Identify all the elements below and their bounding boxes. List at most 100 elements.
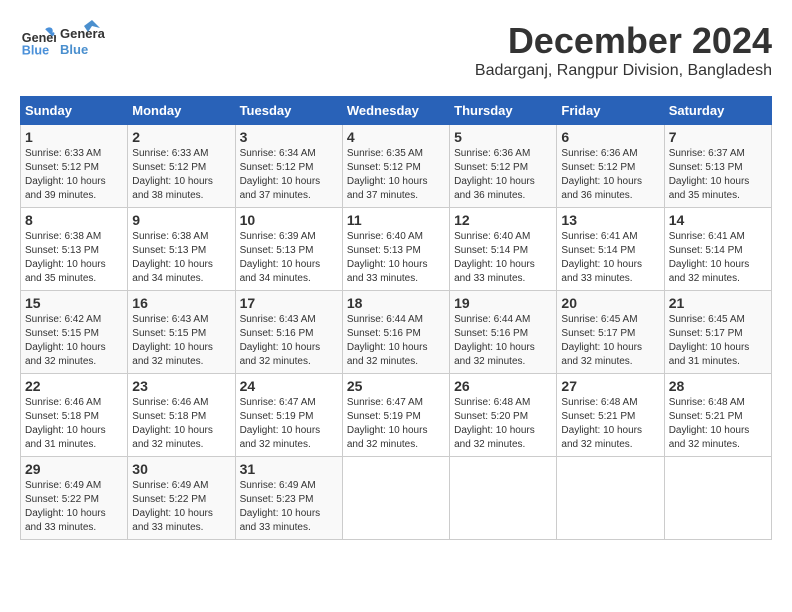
day-info: Sunrise: 6:35 AMSunset: 5:12 PMDaylight:…	[347, 148, 428, 201]
header-thursday: Thursday	[450, 97, 557, 125]
calendar-cell-18: 18Sunrise: 6:44 AMSunset: 5:16 PMDayligh…	[342, 291, 449, 374]
calendar-cell-30: 30Sunrise: 6:49 AMSunset: 5:22 PMDayligh…	[128, 457, 235, 540]
day-info: Sunrise: 6:42 AMSunset: 5:15 PMDaylight:…	[25, 314, 106, 367]
calendar-cell-26: 26Sunrise: 6:48 AMSunset: 5:20 PMDayligh…	[450, 374, 557, 457]
calendar-cell-8: 8 Sunrise: 6:38 AMSunset: 5:13 PMDaylight…	[21, 208, 128, 291]
svg-text:General: General	[60, 26, 105, 41]
calendar-cell-17: 17 Sunrise: 6:43 AMSunset: 5:16 PMDayligh…	[235, 291, 342, 374]
day-number: 24	[240, 378, 338, 394]
calendar-cell-19: 19 Sunrise: 6:44 AMSunset: 5:16 PMDayligh…	[450, 291, 557, 374]
calendar-cell-13: 13Sunrise: 6:41 AMSunset: 5:14 PMDayligh…	[557, 208, 664, 291]
calendar-cell-4: 4Sunrise: 6:35 AMSunset: 5:12 PMDaylight…	[342, 125, 449, 208]
day-info: Sunrise: 6:34 AMSunset: 5:12 PMDaylight:…	[240, 148, 321, 201]
day-number: 3	[240, 129, 338, 145]
day-info: Sunrise: 6:39 AMSunset: 5:13 PMDaylight:…	[240, 231, 321, 284]
calendar-cell-2: 2Sunrise: 6:33 AMSunset: 5:12 PMDaylight…	[128, 125, 235, 208]
calendar-cell-empty	[664, 457, 771, 540]
day-number: 5	[454, 129, 552, 145]
calendar-cell-empty	[342, 457, 449, 540]
day-number: 22	[25, 378, 123, 394]
day-number: 21	[669, 295, 767, 311]
calendar-week-1: 1 Sunrise: 6:33 AMSunset: 5:12 PMDaylight…	[21, 125, 772, 208]
day-info: Sunrise: 6:48 AMSunset: 5:21 PMDaylight:…	[561, 397, 642, 450]
day-info: Sunrise: 6:43 AMSunset: 5:15 PMDaylight:…	[132, 314, 213, 367]
day-info: Sunrise: 6:36 AMSunset: 5:12 PMDaylight:…	[454, 148, 535, 201]
day-number: 30	[132, 461, 230, 477]
day-info: Sunrise: 6:38 AMSunset: 5:13 PMDaylight:…	[132, 231, 213, 284]
calendar-week-4: 22 Sunrise: 6:46 AMSunset: 5:18 PMDayligh…	[21, 374, 772, 457]
day-info: Sunrise: 6:41 AMSunset: 5:14 PMDaylight:…	[669, 231, 750, 284]
logo-icon: General Blue	[20, 22, 56, 58]
day-info: Sunrise: 6:37 AMSunset: 5:13 PMDaylight:…	[669, 148, 750, 201]
day-number: 25	[347, 378, 445, 394]
calendar-title: December 2024	[475, 20, 772, 62]
day-info: Sunrise: 6:46 AMSunset: 5:18 PMDaylight:…	[132, 397, 213, 450]
day-info: Sunrise: 6:45 AMSunset: 5:17 PMDaylight:…	[561, 314, 642, 367]
day-number: 16	[132, 295, 230, 311]
day-number: 2	[132, 129, 230, 145]
calendar-cell-3: 3 Sunrise: 6:34 AMSunset: 5:12 PMDaylight…	[235, 125, 342, 208]
calendar-table: SundayMondayTuesdayWednesdayThursdayFrid…	[20, 96, 772, 540]
day-info: Sunrise: 6:41 AMSunset: 5:14 PMDaylight:…	[561, 231, 642, 284]
day-number: 9	[132, 212, 230, 228]
day-info: Sunrise: 6:38 AMSunset: 5:13 PMDaylight:…	[25, 231, 106, 284]
day-info: Sunrise: 6:36 AMSunset: 5:12 PMDaylight:…	[561, 148, 642, 201]
day-info: Sunrise: 6:43 AMSunset: 5:16 PMDaylight:…	[240, 314, 321, 367]
svg-text:Blue: Blue	[60, 42, 88, 57]
day-number: 14	[669, 212, 767, 228]
header-tuesday: Tuesday	[235, 97, 342, 125]
general-blue-logo-graphic: General Blue	[60, 20, 105, 60]
day-info: Sunrise: 6:49 AMSunset: 5:22 PMDaylight:…	[25, 480, 106, 533]
day-number: 26	[454, 378, 552, 394]
day-number: 19	[454, 295, 552, 311]
title-block: December 2024 Badarganj, Rangpur Divisio…	[475, 20, 772, 80]
day-number: 29	[25, 461, 123, 477]
calendar-week-5: 29 Sunrise: 6:49 AMSunset: 5:22 PMDayligh…	[21, 457, 772, 540]
calendar-week-2: 8 Sunrise: 6:38 AMSunset: 5:13 PMDaylight…	[21, 208, 772, 291]
day-number: 17	[240, 295, 338, 311]
header-monday: Monday	[128, 97, 235, 125]
day-info: Sunrise: 6:47 AMSunset: 5:19 PMDaylight:…	[240, 397, 321, 450]
header-row: SundayMondayTuesdayWednesdayThursdayFrid…	[21, 97, 772, 125]
calendar-cell-29: 29 Sunrise: 6:49 AMSunset: 5:22 PMDayligh…	[21, 457, 128, 540]
day-number: 10	[240, 212, 338, 228]
day-info: Sunrise: 6:48 AMSunset: 5:21 PMDaylight:…	[669, 397, 750, 450]
day-number: 27	[561, 378, 659, 394]
header-wednesday: Wednesday	[342, 97, 449, 125]
calendar-cell-27: 27 Sunrise: 6:48 AMSunset: 5:21 PMDayligh…	[557, 374, 664, 457]
calendar-cell-16: 16 Sunrise: 6:43 AMSunset: 5:15 PMDayligh…	[128, 291, 235, 374]
calendar-cell-22: 22Sunrise: 6:46 AMSunset: 5:18 PMDayligh…	[21, 374, 128, 457]
day-info: Sunrise: 6:44 AMSunset: 5:16 PMDaylight:…	[347, 314, 428, 367]
day-info: Sunrise: 6:45 AMSunset: 5:17 PMDaylight:…	[669, 314, 750, 367]
svg-text:Blue: Blue	[22, 43, 49, 57]
day-number: 20	[561, 295, 659, 311]
day-info: Sunrise: 6:40 AMSunset: 5:13 PMDaylight:…	[347, 231, 428, 284]
day-number: 23	[132, 378, 230, 394]
calendar-cell-28: 28Sunrise: 6:48 AMSunset: 5:21 PMDayligh…	[664, 374, 771, 457]
day-info: Sunrise: 6:40 AMSunset: 5:14 PMDaylight:…	[454, 231, 535, 284]
day-number: 8	[25, 212, 123, 228]
header-sunday: Sunday	[21, 97, 128, 125]
day-number: 31	[240, 461, 338, 477]
calendar-cell-14: 14 Sunrise: 6:41 AMSunset: 5:14 PMDayligh…	[664, 208, 771, 291]
calendar-cell-15: 15Sunrise: 6:42 AMSunset: 5:15 PMDayligh…	[21, 291, 128, 374]
day-info: Sunrise: 6:33 AMSunset: 5:12 PMDaylight:…	[25, 148, 106, 201]
day-info: Sunrise: 6:44 AMSunset: 5:16 PMDaylight:…	[454, 314, 535, 367]
header-friday: Friday	[557, 97, 664, 125]
calendar-cell-11: 11 Sunrise: 6:40 AMSunset: 5:13 PMDayligh…	[342, 208, 449, 291]
calendar-cell-10: 10 Sunrise: 6:39 AMSunset: 5:13 PMDayligh…	[235, 208, 342, 291]
day-number: 1	[25, 129, 123, 145]
day-number: 11	[347, 212, 445, 228]
calendar-cell-21: 21 Sunrise: 6:45 AMSunset: 5:17 PMDayligh…	[664, 291, 771, 374]
day-number: 7	[669, 129, 767, 145]
calendar-cell-31: 31 Sunrise: 6:49 AMSunset: 5:23 PMDayligh…	[235, 457, 342, 540]
header-saturday: Saturday	[664, 97, 771, 125]
calendar-cell-7: 7 Sunrise: 6:37 AMSunset: 5:13 PMDaylight…	[664, 125, 771, 208]
day-info: Sunrise: 6:49 AMSunset: 5:23 PMDaylight:…	[240, 480, 321, 533]
calendar-week-3: 15Sunrise: 6:42 AMSunset: 5:15 PMDayligh…	[21, 291, 772, 374]
calendar-cell-6: 6Sunrise: 6:36 AMSunset: 5:12 PMDaylight…	[557, 125, 664, 208]
logo: General Blue General Blue General Blue	[20, 20, 105, 60]
day-info: Sunrise: 6:47 AMSunset: 5:19 PMDaylight:…	[347, 397, 428, 450]
page-header: General Blue General Blue General Blue D…	[20, 20, 772, 80]
calendar-cell-empty	[450, 457, 557, 540]
